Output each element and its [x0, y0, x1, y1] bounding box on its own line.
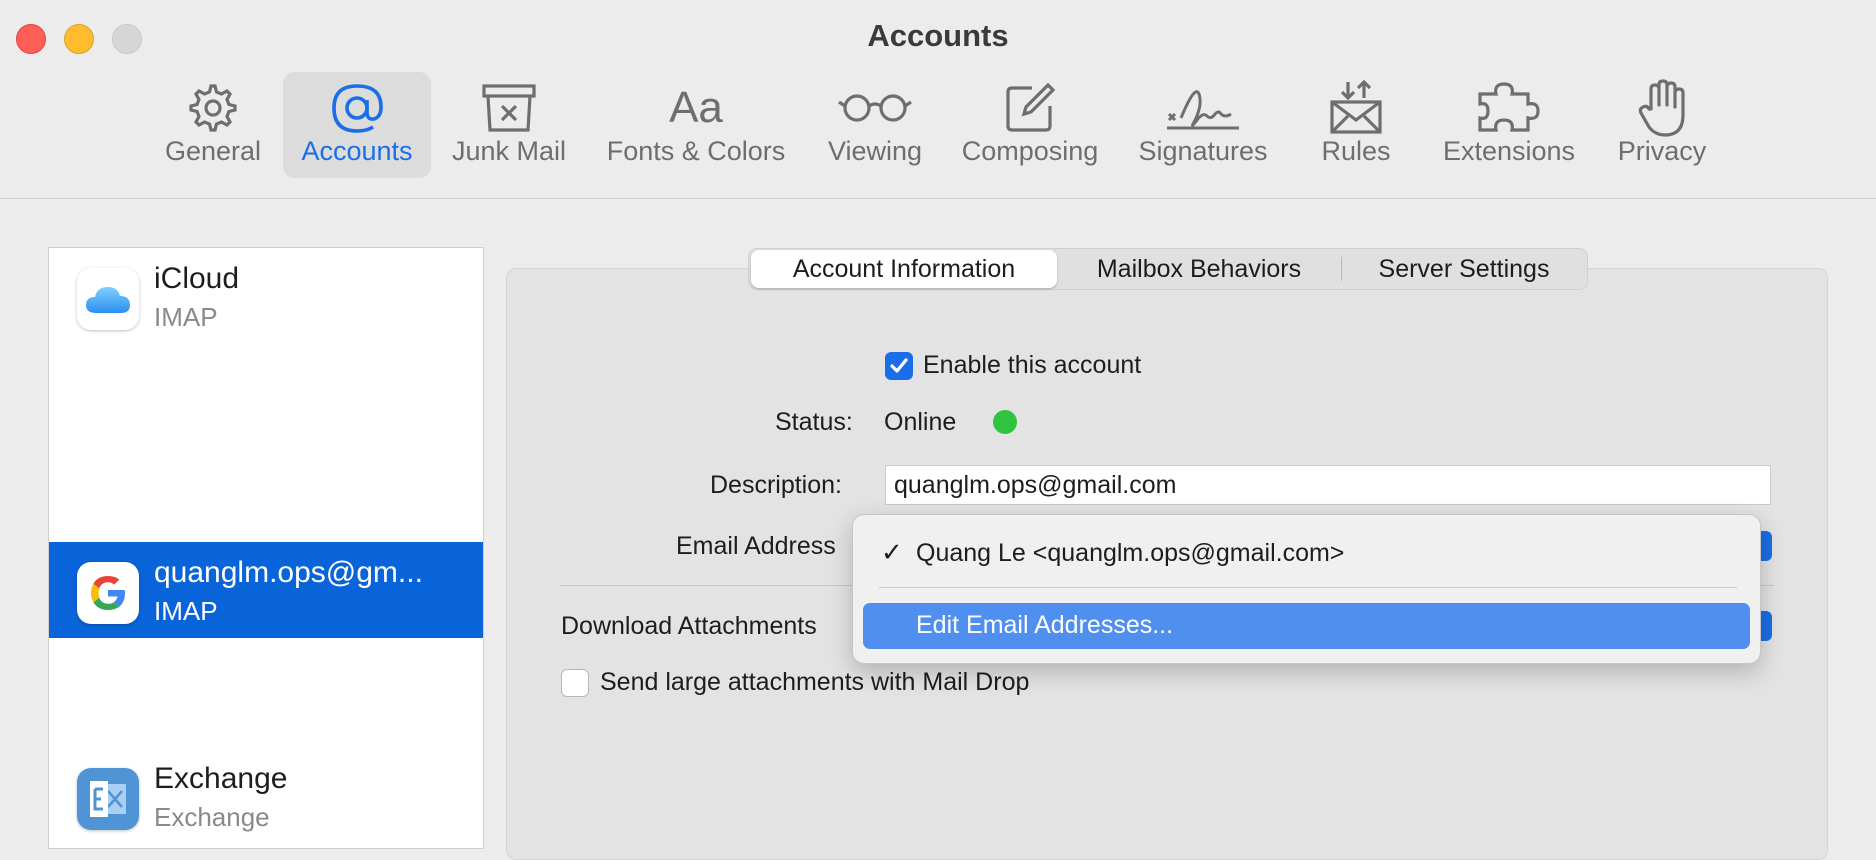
- tab-account-information[interactable]: Account Information: [751, 250, 1057, 288]
- tab-server-settings[interactable]: Server Settings: [1342, 250, 1586, 288]
- icloud-icon: [77, 268, 139, 330]
- status-online-indicator: [993, 410, 1017, 434]
- accounts-list: iCloud IMAP quanglm.ops@gm... IMAP Excha…: [48, 247, 484, 849]
- tab-label: Account Information: [792, 254, 1016, 283]
- menu-item-label: Edit Email Addresses...: [916, 611, 1174, 639]
- settings-tabs: Account Information Mailbox Behaviors Se…: [748, 248, 1588, 290]
- toolbar-signatures[interactable]: Signatures: [1130, 72, 1276, 178]
- description-input[interactable]: [885, 465, 1771, 505]
- compose-icon: [1006, 82, 1056, 132]
- toolbar-rules[interactable]: Rules: [1306, 72, 1406, 178]
- description-label: Description:: [710, 471, 842, 499]
- mail-drop-checkbox[interactable]: [561, 669, 589, 697]
- junk-bin-icon: [482, 84, 536, 132]
- enable-account-label: Enable this account: [923, 351, 1142, 379]
- account-row-icloud[interactable]: iCloud IMAP: [49, 248, 483, 344]
- google-icon: [77, 562, 139, 624]
- mail-drop-label: Send large attachments with Mail Drop: [600, 668, 1030, 696]
- toolbar-label: Rules: [1321, 136, 1391, 166]
- download-attachments-label: Download Attachments: [561, 612, 817, 640]
- toolbar-label: Composing: [961, 136, 1099, 166]
- toolbar-composing[interactable]: Composing: [953, 72, 1107, 178]
- enable-account-checkbox[interactable]: [885, 352, 913, 380]
- window-title: Accounts: [867, 18, 1009, 53]
- toolbar-label: Viewing: [827, 136, 923, 166]
- toolbar-label: Accounts: [301, 136, 413, 166]
- status-label: Status:: [775, 408, 853, 436]
- menu-item-label: Quang Le <quanglm.ops@gmail.com>: [916, 539, 1345, 567]
- account-type: IMAP: [154, 596, 218, 626]
- exchange-icon: [77, 768, 139, 830]
- menu-item-email-address[interactable]: ✓ Quang Le <quanglm.ops@gmail.com>: [863, 531, 1750, 577]
- menu-separator: [879, 587, 1737, 588]
- account-type: Exchange: [154, 802, 270, 832]
- rules-envelope-icon: [1330, 79, 1382, 134]
- toolbar-label: Signatures: [1138, 136, 1268, 166]
- at-sign-icon: [332, 84, 383, 133]
- toolbar-junk-mail[interactable]: Junk Mail: [442, 72, 576, 178]
- account-name: Exchange: [154, 762, 288, 795]
- account-row-exchange[interactable]: Exchange Exchange: [49, 748, 483, 844]
- toolbar-viewing[interactable]: Viewing: [818, 72, 932, 178]
- window-toolbar: Accounts General Accounts Junk Mail Aa F…: [0, 0, 1876, 199]
- toolbar-fonts-colors[interactable]: Aa Fonts & Colors: [598, 72, 794, 178]
- tab-label: Server Settings: [1378, 254, 1550, 283]
- toolbar-label: Extensions: [1442, 136, 1576, 166]
- tab-mailbox-behaviors[interactable]: Mailbox Behaviors: [1057, 250, 1341, 288]
- menu-item-edit-email-addresses[interactable]: Edit Email Addresses...: [863, 603, 1750, 649]
- account-row-gmail[interactable]: quanglm.ops@gm... IMAP: [49, 542, 483, 638]
- toolbar-label: General: [164, 136, 262, 166]
- account-name: quanglm.ops@gm...: [154, 556, 423, 589]
- hand-icon: [1638, 79, 1685, 137]
- toolbar-privacy[interactable]: Privacy: [1610, 72, 1714, 178]
- fonts-aa-icon: Aa: [669, 83, 723, 132]
- email-address-label: Email Address: [676, 532, 836, 560]
- signature-icon: [1167, 90, 1239, 130]
- glasses-icon: [838, 94, 912, 122]
- toolbar-label: Junk Mail: [451, 136, 567, 166]
- checkmark-icon: [890, 358, 908, 373]
- gear-icon: [189, 84, 237, 132]
- account-type: IMAP: [154, 302, 218, 332]
- checkmark-icon: ✓: [881, 537, 903, 567]
- status-value: Online: [884, 408, 957, 436]
- tab-label: Mailbox Behaviors: [1096, 254, 1302, 283]
- email-address-menu: ✓ Quang Le <quanglm.ops@gmail.com> Edit …: [852, 514, 1761, 664]
- toolbar-extensions[interactable]: Extensions: [1436, 72, 1582, 178]
- toolbar-label: Fonts & Colors: [606, 136, 786, 166]
- account-name: iCloud: [154, 262, 240, 295]
- puzzle-icon: [1478, 82, 1540, 132]
- toolbar-label: Privacy: [1617, 136, 1707, 166]
- toolbar-accounts[interactable]: Accounts: [283, 72, 431, 178]
- toolbar-general[interactable]: General: [156, 72, 270, 178]
